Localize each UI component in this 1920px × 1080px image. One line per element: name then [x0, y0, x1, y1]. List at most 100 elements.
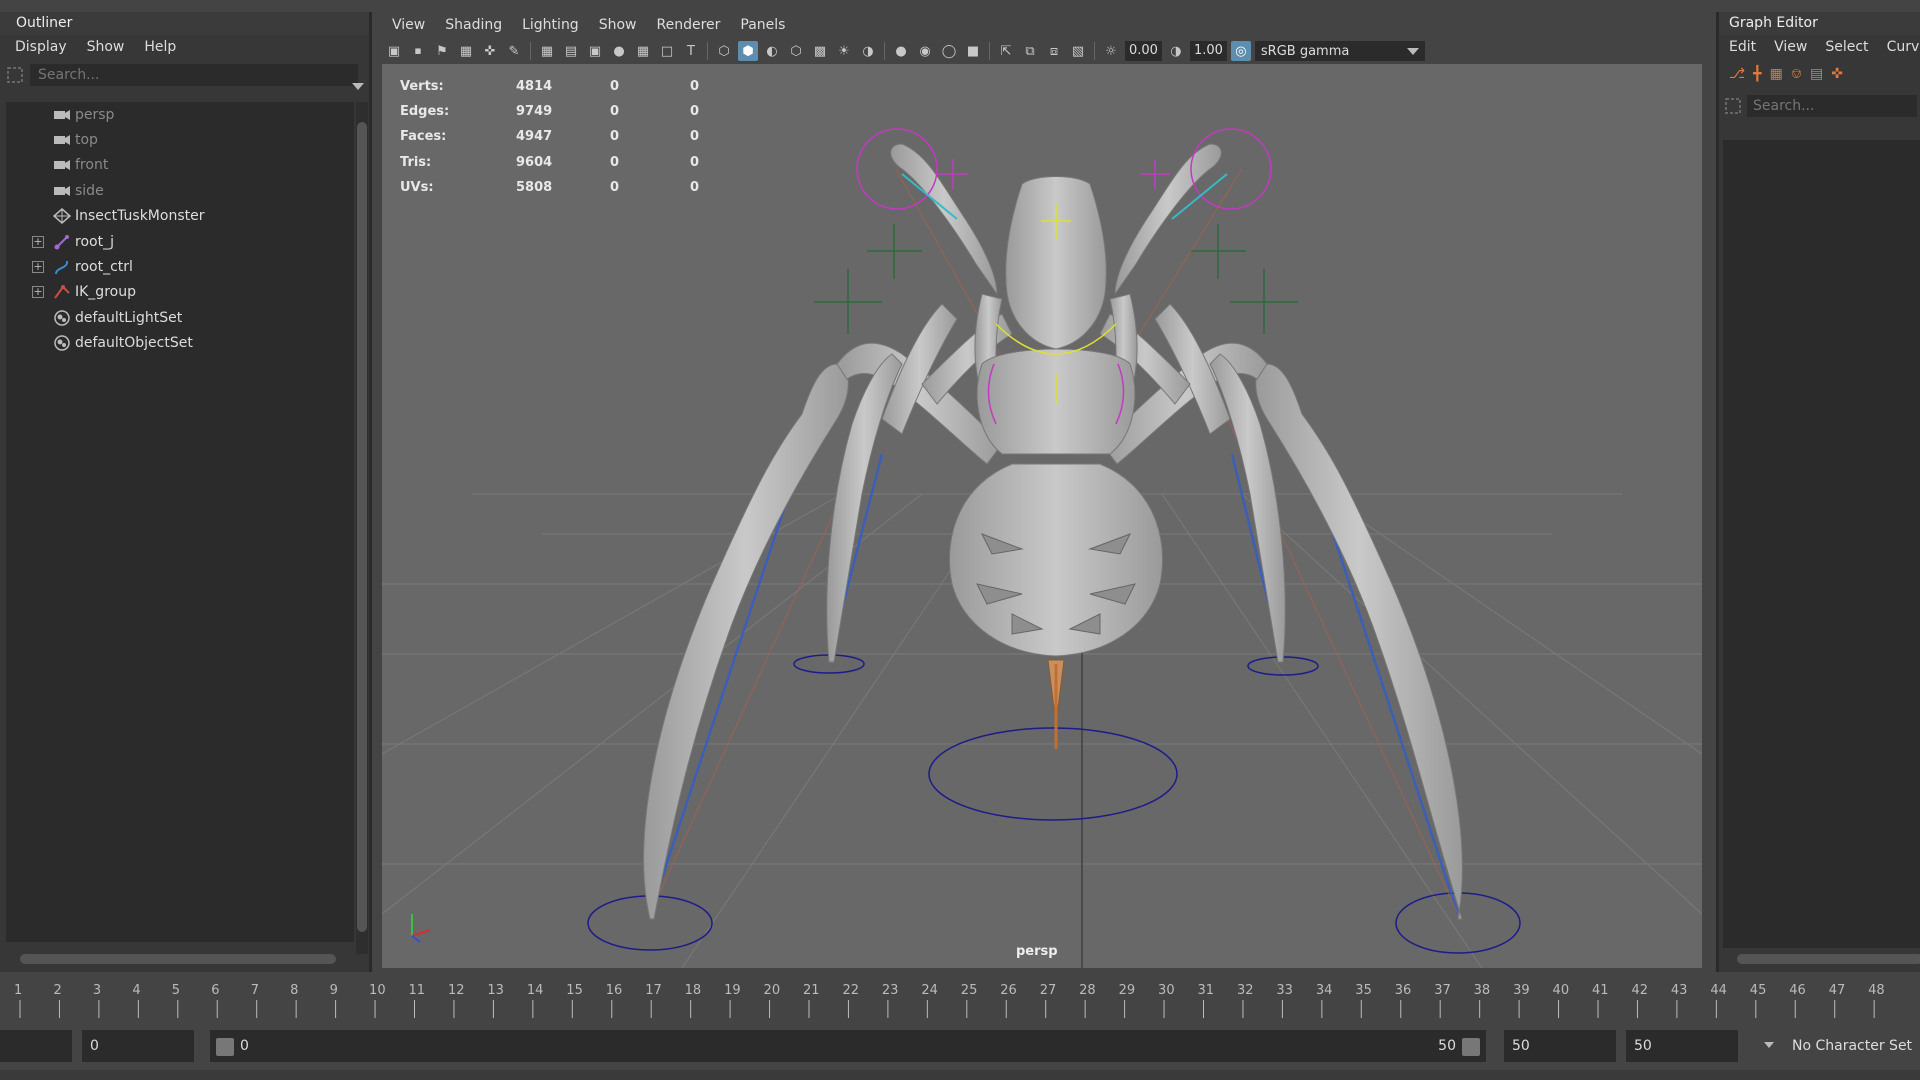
camera-icon	[52, 157, 72, 173]
outliner-vertical-scrollbar[interactable]	[356, 102, 368, 954]
camera-attributes-icon[interactable]: ⏹	[408, 41, 428, 61]
outliner-item-side[interactable]: side	[6, 178, 354, 203]
outliner-item-label: top	[75, 132, 98, 149]
playback-end-field[interactable]: 50	[1504, 1030, 1616, 1062]
xray-icon[interactable]: ⧉	[1020, 41, 1040, 61]
outliner-menu-help[interactable]: Help	[144, 39, 176, 55]
shadows-icon[interactable]: ◑	[858, 41, 878, 61]
outliner-menu-display[interactable]: Display	[15, 39, 67, 55]
range-start-handle[interactable]	[216, 1038, 234, 1056]
scene-start-field[interactable]	[0, 1030, 72, 1062]
expand-icon[interactable]: +	[32, 286, 44, 299]
field-chart-icon[interactable]: ▦	[633, 41, 653, 61]
viewport-menu-renderer[interactable]: Renderer	[656, 17, 720, 33]
range-slider[interactable]: 0 50	[210, 1030, 1486, 1062]
scrollbar-thumb[interactable]	[1737, 954, 1920, 964]
graph-editor-outliner-list[interactable]	[1723, 140, 1920, 948]
safe-title-icon[interactable]: T	[681, 41, 701, 61]
graph-editor-search-input[interactable]	[1747, 95, 1917, 117]
normalize-icon[interactable]: ▤	[1810, 66, 1823, 82]
xray-joints-icon[interactable]: ▧	[1068, 41, 1088, 61]
expand-icon[interactable]: +	[32, 235, 44, 248]
grid-icon[interactable]: ▦	[537, 41, 557, 61]
outliner-item-root-ctrl[interactable]: + root_ctrl	[6, 254, 354, 279]
search-dropdown-icon[interactable]	[352, 83, 364, 90]
move-camera-icon[interactable]: ✜	[480, 41, 500, 61]
poly-count-value: 5808	[516, 179, 553, 195]
region-icon[interactable]: ▦	[1770, 66, 1783, 82]
viewport-menu-shading[interactable]: Shading	[445, 17, 502, 33]
safe-action-icon[interactable]: □	[657, 41, 677, 61]
graph-editor-menu-view[interactable]: View	[1774, 39, 1807, 55]
outliner-item-defaultobjectset[interactable]: defaultObjectSet	[6, 331, 354, 356]
viewport-menu-lighting[interactable]: Lighting	[522, 17, 579, 33]
exposure-icon[interactable]: ☼	[1101, 41, 1121, 61]
xray-active-icon[interactable]: ⧈	[1044, 41, 1064, 61]
isolate-select-icon[interactable]: ⇱	[996, 41, 1016, 61]
timeline-tick-label: 33	[1276, 983, 1293, 998]
pen-icon[interactable]: ✎	[504, 41, 524, 61]
select-camera-icon[interactable]: ▣	[384, 41, 404, 61]
lattice-icon[interactable]: ╋	[1753, 66, 1761, 82]
textured-icon[interactable]: ▩	[810, 41, 830, 61]
time-slider[interactable]: 1 2 3 4 5 6 7 8 9 10 11 12 13 14 15 16 17 18 19 20 21 22 23 24 2…	[0, 978, 1920, 1020]
viewport-menu-view[interactable]: View	[392, 17, 425, 33]
wireframe-icon[interactable]: ⬡	[714, 41, 734, 61]
poly-count-value: 0	[610, 79, 620, 95]
smooth-shade-icon[interactable]: ⬢	[738, 41, 758, 61]
graph-editor-menu-select[interactable]: Select	[1825, 39, 1868, 55]
outliner-horizontal-scrollbar[interactable]	[8, 952, 348, 966]
character-set-menu[interactable]: No Character Set	[1792, 1030, 1912, 1062]
graph-editor-menu-edit[interactable]: Edit	[1729, 39, 1756, 55]
outliner-item-persp[interactable]: persp	[6, 102, 354, 127]
gamma-icon[interactable]: ◑	[1166, 41, 1186, 61]
filter-icon[interactable]	[1719, 98, 1747, 114]
outliner-search-input[interactable]	[30, 64, 358, 86]
default-material-icon[interactable]: ◐	[762, 41, 782, 61]
lights-icon[interactable]: ☀	[834, 41, 854, 61]
gamma-field[interactable]: 1.00	[1189, 41, 1227, 61]
chevron-down-icon[interactable]	[1764, 1042, 1774, 1048]
poly-count-row: Faces: 4947 0 0	[400, 124, 699, 149]
range-end-handle[interactable]	[1462, 1038, 1480, 1056]
gate-mask-icon[interactable]: ●	[609, 41, 629, 61]
image-plane-icon[interactable]: ▦	[456, 41, 476, 61]
poly-count-value: 4947	[516, 129, 553, 145]
film-gate-icon[interactable]: ▤	[561, 41, 581, 61]
outliner-menu-show[interactable]: Show	[87, 39, 125, 55]
poly-count-value: 0	[610, 179, 620, 195]
graph-editor-menu-curves[interactable]: Curves	[1887, 39, 1920, 55]
exposure-field[interactable]: 0.00	[1125, 41, 1162, 61]
outliner-item-label: root_ctrl	[75, 259, 133, 276]
motion-blur-icon[interactable]: ◉	[915, 41, 935, 61]
wireframe-on-shaded-icon[interactable]: ⬡	[786, 41, 806, 61]
viewport-menu-panels[interactable]: Panels	[740, 17, 785, 33]
resolution-gate-icon[interactable]: ▣	[585, 41, 605, 61]
graph-editor-horizontal-scrollbar[interactable]	[1723, 952, 1920, 966]
bookmark-icon[interactable]: ⚑	[432, 41, 452, 61]
timeline-tick-label: 34	[1316, 983, 1333, 998]
playback-start-field[interactable]: 0	[82, 1030, 194, 1062]
color-management-icon[interactable]: ◎	[1230, 41, 1251, 61]
outliner-item-defaultlightset[interactable]: defaultLightSet	[6, 305, 354, 330]
ambient-occlusion-icon[interactable]: ●	[891, 41, 911, 61]
outliner-item-insecttuskmonster[interactable]: InsectTuskMonster	[6, 204, 354, 229]
color-space-select[interactable]: sRGB gamma	[1254, 41, 1425, 61]
retime-icon[interactable]: ⎊	[1791, 66, 1802, 82]
3d-viewport[interactable]: Verts: 4814 0 0 Edges: 9749 0 0 Faces: 4947 0 0 Tris…	[382, 64, 1702, 968]
scrollbar-thumb[interactable]	[357, 122, 367, 932]
animation-end-field[interactable]: 50	[1626, 1030, 1738, 1062]
viewport-menu-show[interactable]: Show	[599, 17, 637, 33]
anti-aliasing-icon[interactable]: ◯	[939, 41, 959, 61]
timeline-tick-label: 27	[1040, 983, 1057, 998]
depth-of-field-icon[interactable]: ■	[963, 41, 983, 61]
expand-icon[interactable]: +	[32, 261, 44, 274]
outliner-item-ik-group[interactable]: + IK_group	[6, 280, 354, 305]
insert-key-icon[interactable]: ⎇	[1729, 66, 1745, 82]
outliner-item-root-j[interactable]: + root_j	[6, 229, 354, 254]
stack-icon[interactable]: ✜	[1831, 66, 1843, 82]
filter-icon[interactable]	[0, 63, 30, 87]
outliner-item-top[interactable]: top	[6, 127, 354, 152]
scrollbar-thumb[interactable]	[20, 954, 336, 964]
outliner-item-front[interactable]: front	[6, 153, 354, 178]
